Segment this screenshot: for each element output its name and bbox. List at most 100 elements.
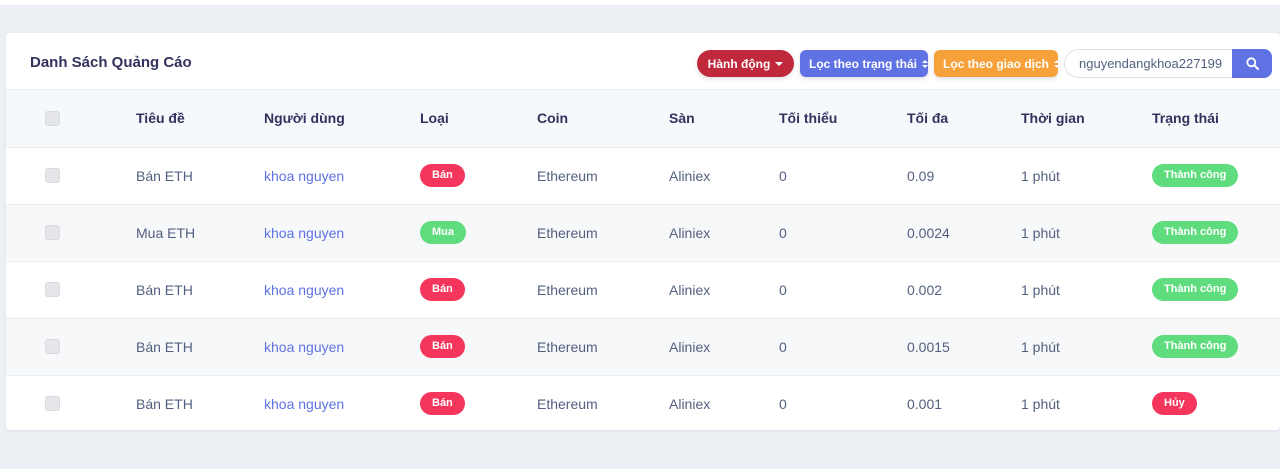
row-checkbox-cell [6, 318, 136, 375]
cell-time: 1 phút [1021, 395, 1060, 412]
cell-status: Hủy [1152, 375, 1280, 430]
ads-list-card: Danh Sách Quảng Cáo Hành động Lọc theo t… [6, 33, 1280, 430]
page-title: Danh Sách Quảng Cáo [30, 54, 192, 71]
table-row[interactable]: Bán ETH khoa nguyen Bán Ethereum Aliniex 0 0.0… [6, 261, 1280, 318]
row-checkbox[interactable] [45, 339, 60, 354]
user-link[interactable]: khoa nguyen [264, 396, 344, 412]
table-row[interactable]: Mua ETH khoa nguyen Mua Ethereum Aliniex 0 0.0… [6, 204, 1280, 261]
cell-user: khoa nguyen [264, 318, 420, 375]
cell-status: Thành công [1152, 147, 1280, 204]
user-link[interactable]: khoa nguyen [264, 225, 344, 241]
cell-time: 1 phút [1021, 167, 1060, 184]
row-checkbox[interactable] [45, 168, 60, 183]
row-checkbox[interactable] [45, 282, 60, 297]
cell-coin: Ethereum [537, 338, 598, 355]
type-badge: Mua [420, 221, 466, 244]
header-max[interactable]: Tối đa [907, 90, 1021, 147]
row-checkbox-cell [6, 204, 136, 261]
header-type[interactable]: Loại [420, 90, 537, 147]
cell-status: Thành công [1152, 204, 1280, 261]
search-button[interactable] [1232, 49, 1272, 78]
select-caret-icon [922, 59, 928, 68]
search-icon [1245, 57, 1259, 70]
cell-coin: Ethereum [537, 167, 598, 184]
row-checkbox-cell [6, 261, 136, 318]
user-link[interactable]: khoa nguyen [264, 168, 344, 184]
type-badge: Bán [420, 335, 465, 358]
cell-status: Thành công [1152, 318, 1280, 375]
table-body: Bán ETH khoa nguyen Bán Ethereum Aliniex 0 0.0… [6, 147, 1280, 430]
cell-title: Bán ETH [136, 167, 193, 184]
cell-min: 0 [779, 224, 787, 241]
filter-transaction-select[interactable]: Lọc theo giao dịch [934, 50, 1061, 77]
cell-type: Bán [420, 261, 537, 318]
table-row[interactable]: Bán ETH khoa nguyen Bán Ethereum Aliniex 0 0.0… [6, 375, 1280, 430]
cell-user: khoa nguyen [264, 204, 420, 261]
header-status[interactable]: Trạng thái [1152, 90, 1280, 147]
select-all-checkbox[interactable] [45, 110, 60, 126]
status-badge: Hủy [1152, 392, 1197, 416]
cell-max: 0.0024 [907, 224, 950, 241]
row-checkbox[interactable] [45, 225, 60, 240]
header-min[interactable]: Tối thiểu [779, 90, 907, 147]
cell-min: 0 [779, 167, 787, 184]
filter-status-label: Lọc theo trạng thái [809, 56, 917, 71]
cell-max: 0.001 [907, 395, 943, 412]
header-title[interactable]: Tiêu đề [136, 90, 264, 147]
cell-exchange: Aliniex [669, 224, 711, 241]
filter-transaction-label: Lọc theo giao dịch [943, 56, 1050, 71]
status-badge: Thành công [1152, 221, 1239, 244]
user-link[interactable]: khoa nguyen [264, 339, 344, 355]
card-header: Danh Sách Quảng Cáo Hành động Lọc theo t… [6, 33, 1280, 90]
cell-exchange: Aliniex [669, 395, 711, 412]
table-header-row: Tiêu đề Người dùng Loại Coin Sàn Tối thi… [6, 90, 1280, 147]
cell-min: 0 [779, 281, 787, 298]
cell-time: 1 phút [1021, 281, 1060, 298]
cell-type: Bán [420, 375, 537, 430]
search-group [1064, 49, 1272, 78]
header-time[interactable]: Thời gian [1021, 90, 1152, 147]
cell-max: 0.09 [907, 167, 935, 184]
cell-user: khoa nguyen [264, 375, 420, 430]
ads-table: Tiêu đề Người dùng Loại Coin Sàn Tối thi… [6, 90, 1280, 430]
cell-user: khoa nguyen [264, 147, 420, 204]
row-checkbox-cell [6, 147, 136, 204]
cell-type: Bán [420, 318, 537, 375]
header-exchange[interactable]: Sàn [669, 90, 779, 147]
cell-time: 1 phút [1021, 224, 1060, 241]
user-link[interactable]: khoa nguyen [264, 282, 344, 298]
search-input[interactable] [1064, 49, 1232, 78]
cell-title: Bán ETH [136, 395, 193, 412]
status-badge: Thành công [1152, 164, 1239, 187]
action-button-label: Hành động [707, 56, 771, 71]
type-badge: Bán [420, 278, 465, 301]
caret-down-icon [775, 61, 784, 66]
table-row[interactable]: Bán ETH khoa nguyen Bán Ethereum Aliniex 0 0.0… [6, 147, 1280, 204]
cell-min: 0 [779, 395, 787, 412]
cell-exchange: Aliniex [669, 338, 711, 355]
status-badge: Thành công [1152, 335, 1239, 358]
cell-max: 0.0015 [907, 338, 950, 355]
cell-time: 1 phút [1021, 338, 1060, 355]
select-caret-icon [1054, 59, 1061, 68]
cell-exchange: Aliniex [669, 167, 711, 184]
cell-min: 0 [779, 338, 787, 355]
header-checkbox-cell [6, 90, 136, 147]
header-coin[interactable]: Coin [537, 90, 669, 147]
cell-title: Bán ETH [136, 281, 193, 298]
cell-title: Bán ETH [136, 338, 193, 355]
type-badge: Bán [420, 392, 465, 416]
cell-max: 0.002 [907, 281, 943, 298]
cell-coin: Ethereum [537, 395, 598, 412]
cell-status: Thành công [1152, 261, 1280, 318]
table-row[interactable]: Bán ETH khoa nguyen Bán Ethereum Aliniex 0 0.0… [6, 318, 1280, 375]
filter-status-select[interactable]: Lọc theo trạng thái [800, 50, 928, 77]
cell-coin: Ethereum [537, 224, 598, 241]
top-strip [0, 0, 1280, 5]
cell-exchange: Aliniex [669, 281, 711, 298]
cell-type: Mua [420, 204, 537, 261]
row-checkbox[interactable] [45, 396, 60, 412]
header-user[interactable]: Người dùng [264, 90, 420, 147]
action-dropdown-button[interactable]: Hành động [697, 50, 794, 77]
row-checkbox-cell [6, 375, 136, 430]
